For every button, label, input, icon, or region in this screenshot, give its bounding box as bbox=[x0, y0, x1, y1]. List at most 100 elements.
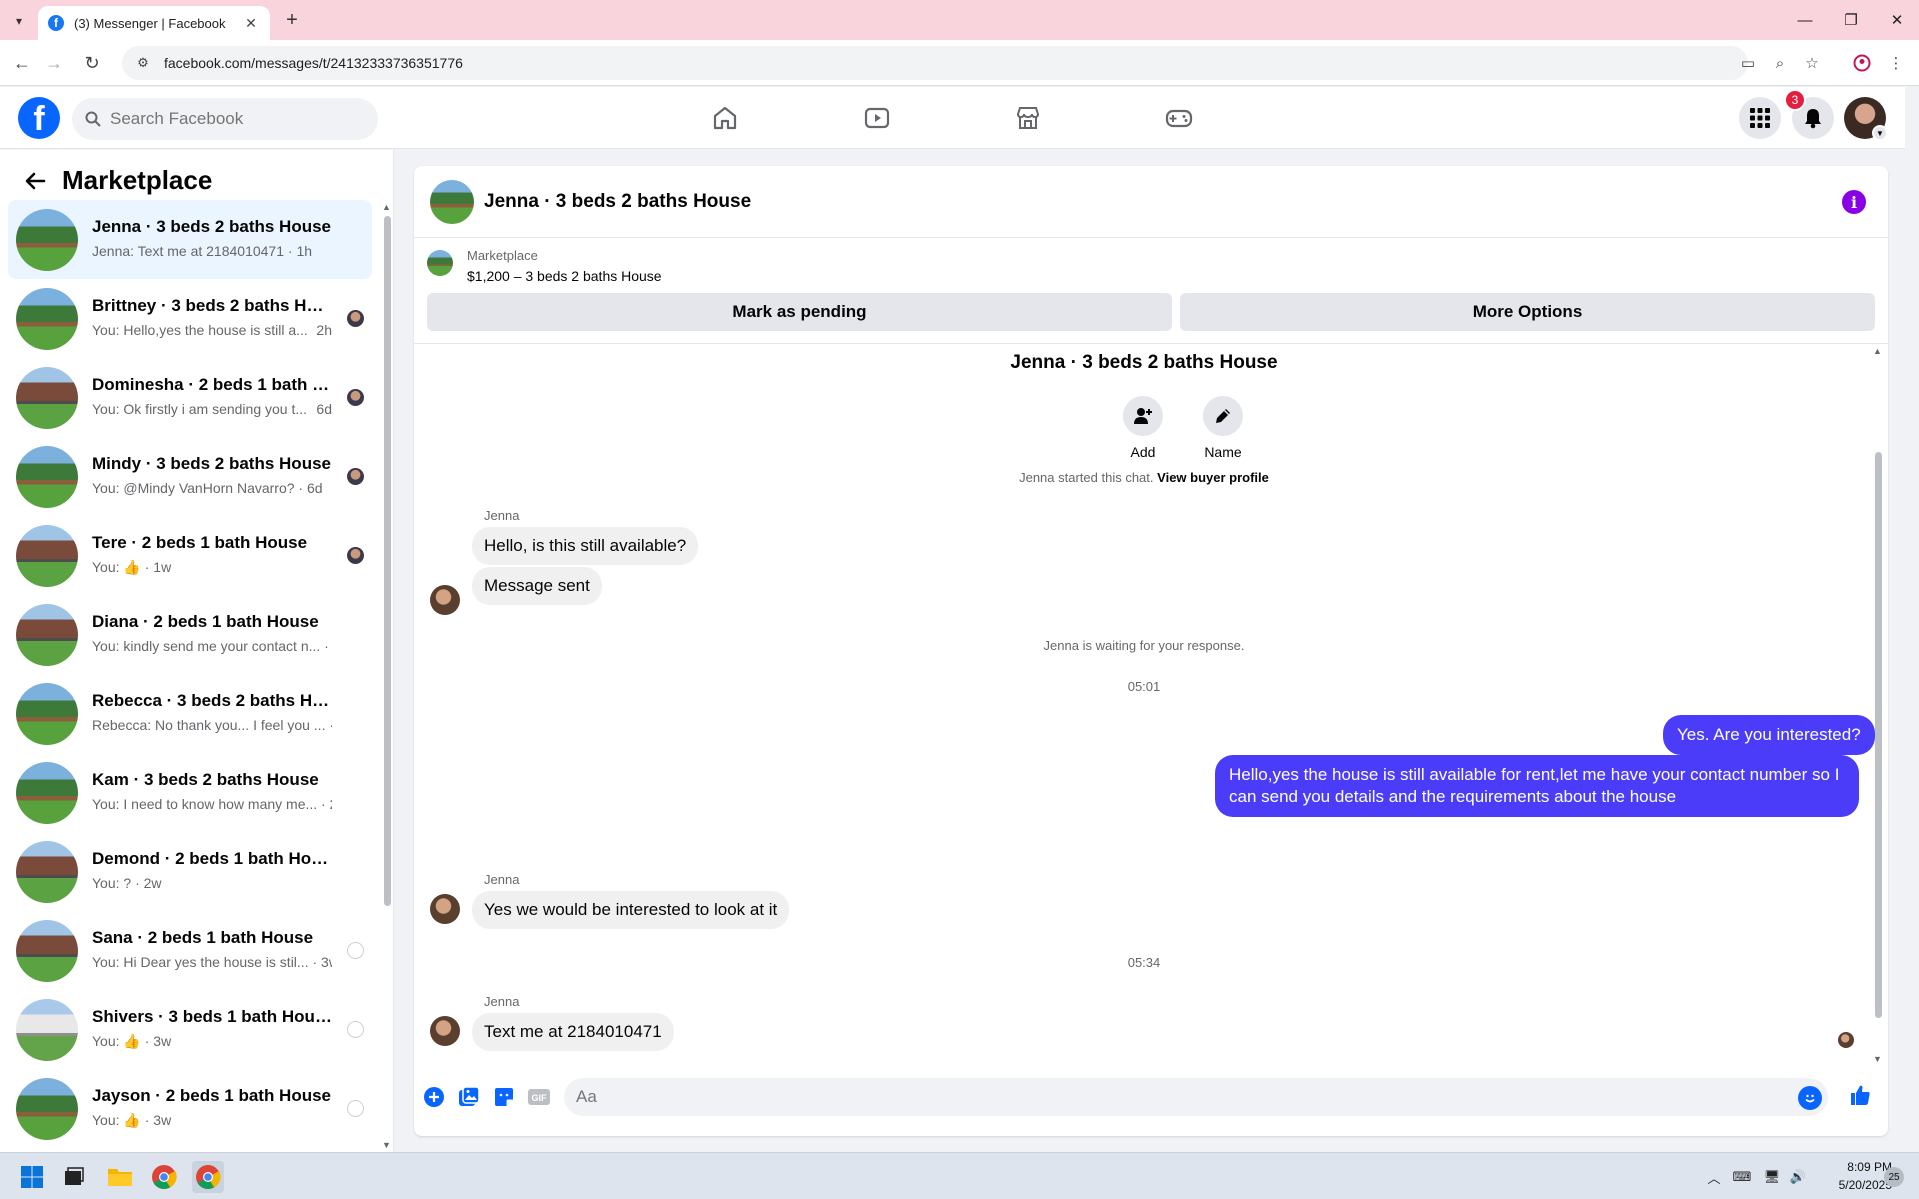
menu-grid-icon[interactable] bbox=[1739, 97, 1781, 139]
conversation-item[interactable]: Tere · 2 beds 1 bath House You: 👍 · 1w bbox=[8, 516, 372, 595]
conversation-snippet: You: Hi Dear yes the house is stil... · … bbox=[92, 954, 332, 970]
network-icon[interactable]: 🖥 bbox=[1762, 1167, 1782, 1187]
waiting-notice: Jenna is waiting for your response. bbox=[1043, 638, 1245, 653]
gif-icon[interactable]: GIF bbox=[527, 1085, 551, 1109]
facebook-logo-icon[interactable]: f bbox=[18, 97, 60, 139]
clock-date[interactable]: 5/20/2025 bbox=[1812, 1178, 1892, 1192]
jenna-avatar[interactable] bbox=[430, 585, 460, 615]
conversation-item[interactable]: Jayson · 2 beds 1 bath House You: 👍 · 3w bbox=[8, 1069, 372, 1148]
conversation-name: Tere · 2 beds 1 bath House bbox=[92, 533, 308, 552]
back-arrow-icon[interactable]: ← bbox=[10, 51, 34, 75]
new-tab-plus-icon[interactable]: + bbox=[280, 8, 304, 32]
name-chat-button[interactable]: Name bbox=[1183, 396, 1263, 460]
tab-search-chevron-icon[interactable]: ▾ bbox=[8, 10, 30, 32]
sent-status-icon bbox=[347, 942, 364, 959]
add-person-icon bbox=[1123, 396, 1163, 436]
add-people-button[interactable]: Add bbox=[1103, 396, 1183, 460]
conversation-item[interactable]: Diana · 2 beds 1 bath House You: kindly s… bbox=[8, 595, 372, 674]
windows-start-icon[interactable] bbox=[16, 1161, 48, 1193]
install-app-icon[interactable]: ▭ bbox=[1737, 52, 1759, 74]
site-info-icon[interactable]: ⚙ bbox=[134, 54, 152, 72]
more-options-button[interactable]: More Options bbox=[1180, 293, 1875, 331]
volume-icon[interactable]: 🔊 bbox=[1788, 1167, 1808, 1187]
incoming-message[interactable]: Hello, is this still available? bbox=[472, 527, 699, 565]
bookmark-star-icon[interactable]: ☆ bbox=[1801, 52, 1823, 74]
file-explorer-icon[interactable] bbox=[104, 1161, 136, 1193]
listing-thumbnail bbox=[16, 762, 78, 824]
photo-icon[interactable] bbox=[457, 1085, 481, 1109]
conversation-item[interactable]: Brittney · 3 beds 2 baths House You: Hell… bbox=[8, 279, 372, 358]
marketplace-icon[interactable] bbox=[1011, 101, 1045, 135]
message-input-box[interactable] bbox=[564, 1078, 1828, 1116]
seen-receipt-avatar bbox=[347, 389, 364, 406]
conversation-item[interactable]: Dominesha · 2 beds 1 bath Ho... You: Ok f… bbox=[8, 358, 372, 437]
snippet-text: You: Ok firstly i am sending you t... bbox=[92, 401, 308, 417]
incoming-message[interactable]: Text me at 2184010471 bbox=[472, 1013, 674, 1051]
tab-close-icon[interactable]: ✕ bbox=[242, 15, 260, 32]
listing-summary[interactable]: Marketplace $1,200 – 3 beds 2 baths Hous… bbox=[414, 239, 1888, 295]
browser-menu-icon[interactable]: ⋮ bbox=[1885, 52, 1907, 74]
info-icon[interactable]: i bbox=[1842, 190, 1866, 214]
profile-icon[interactable] bbox=[1851, 52, 1873, 74]
thumbs-up-icon[interactable] bbox=[1848, 1083, 1872, 1107]
conversation-item[interactable]: Mindy · 3 beds 2 baths House You: @Mindy … bbox=[8, 437, 372, 516]
search-input[interactable] bbox=[110, 109, 350, 129]
clock-time[interactable]: 8:09 PM bbox=[1812, 1160, 1892, 1174]
incoming-message[interactable]: Yes we would be interested to look at it bbox=[472, 891, 790, 929]
window-close-icon[interactable]: ✕ bbox=[1882, 8, 1912, 32]
listing-avatar[interactable] bbox=[430, 180, 474, 224]
keyboard-icon[interactable]: ⌨ bbox=[1732, 1167, 1752, 1187]
conversation-item[interactable]: Demond · 2 beds 1 bath House You: ? · 2w bbox=[8, 832, 372, 911]
conversation-item[interactable]: Kam · 3 beds 2 baths House You: I need to… bbox=[8, 753, 372, 832]
minimize-icon[interactable]: — bbox=[1790, 8, 1820, 32]
chat-scrollbar[interactable] bbox=[1875, 452, 1882, 1018]
jenna-avatar[interactable] bbox=[430, 894, 460, 924]
sticker-icon[interactable] bbox=[492, 1085, 516, 1109]
browser-tab-messenger[interactable]: f (3) Messenger | Facebook ✕ bbox=[38, 6, 270, 40]
conversation-item[interactable]: Shivers · 3 beds 1 bath House You: 👍 · 3w bbox=[8, 990, 372, 1069]
back-arrow-icon[interactable] bbox=[22, 168, 48, 194]
sidebar-scrollbar[interactable] bbox=[384, 216, 391, 906]
show-hidden-icons-chevron-icon[interactable]: ︿ bbox=[1704, 1167, 1724, 1187]
video-icon[interactable] bbox=[860, 101, 894, 135]
jenna-avatar[interactable] bbox=[430, 1016, 460, 1046]
conversation-name: Rebecca · 3 beds 2 baths House bbox=[92, 691, 332, 710]
account-chevron-down-icon[interactable]: ▼ bbox=[1872, 125, 1888, 141]
mark-as-pending-button[interactable]: Mark as pending bbox=[427, 293, 1172, 331]
snippet-text: You: @Mindy VanHorn Navarro? · 6d bbox=[92, 480, 323, 496]
url-text[interactable]: facebook.com/messages/t/2413233373635177… bbox=[164, 55, 463, 71]
scroll-up-arrow-icon[interactable]: ▲ bbox=[1873, 346, 1882, 356]
plus-circle-icon[interactable] bbox=[422, 1085, 446, 1109]
view-buyer-profile-link[interactable]: View buyer profile bbox=[1157, 470, 1269, 485]
message-input[interactable] bbox=[576, 1078, 1776, 1116]
address-bar[interactable]: ⚙ facebook.com/messages/t/24132333736351… bbox=[122, 46, 1748, 80]
chrome-active-icon[interactable] bbox=[192, 1161, 224, 1193]
outgoing-message[interactable]: Yes. Are you interested? bbox=[1663, 715, 1875, 755]
chat-title[interactable]: Jenna · 3 beds 2 baths House bbox=[484, 191, 751, 213]
chrome-icon[interactable] bbox=[148, 1161, 180, 1193]
incoming-message[interactable]: Message sent bbox=[472, 567, 602, 605]
facebook-search[interactable] bbox=[72, 98, 378, 140]
restore-icon[interactable]: ❐ bbox=[1836, 8, 1866, 32]
conversation-item[interactable]: Rebecca · 3 beds 2 baths House Rebecca: N… bbox=[8, 674, 372, 753]
home-icon[interactable] bbox=[708, 101, 742, 135]
scroll-down-arrow-icon[interactable]: ▼ bbox=[382, 1140, 391, 1150]
reload-icon[interactable]: ↻ bbox=[80, 51, 104, 75]
message-composer: GIF bbox=[414, 1066, 1888, 1126]
conversation-item[interactable]: Sana · 2 beds 1 bath House You: Hi Dear y… bbox=[8, 911, 372, 990]
emoji-icon[interactable] bbox=[1798, 1086, 1822, 1110]
zoom-icon[interactable]: ⌕ bbox=[1769, 52, 1791, 74]
forward-arrow-icon[interactable]: → bbox=[42, 51, 66, 75]
message-thread: Jenna · 3 beds 2 baths House Add Name Je… bbox=[414, 344, 1888, 1060]
snippet-text: You: Hi Dear yes the house is stil... · … bbox=[92, 954, 332, 970]
task-view-icon[interactable] bbox=[58, 1161, 90, 1193]
scroll-up-arrow-icon[interactable]: ▲ bbox=[382, 202, 391, 212]
outgoing-message[interactable]: Hello,yes the house is still available f… bbox=[1215, 755, 1859, 817]
snippet-text: You: 👍 · 3w bbox=[92, 1112, 172, 1128]
conversation-item[interactable]: Jenna · 3 beds 2 baths House Jenna: Text … bbox=[8, 200, 372, 279]
scroll-down-arrow-icon[interactable]: ▼ bbox=[1873, 1054, 1882, 1064]
gaming-icon[interactable] bbox=[1162, 101, 1196, 135]
listing-thumbnail bbox=[427, 250, 453, 276]
notification-center-badge[interactable]: 25 bbox=[1884, 1167, 1904, 1187]
snippet-text: You: 👍 · 1w bbox=[92, 559, 172, 575]
